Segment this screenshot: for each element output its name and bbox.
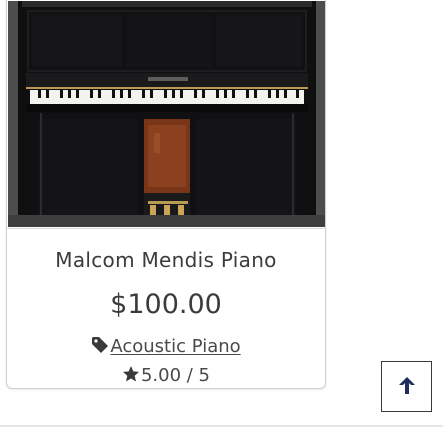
scroll-to-top-button[interactable] bbox=[381, 361, 432, 412]
product-price: $100.00 bbox=[110, 289, 222, 320]
product-title[interactable]: Malcom Mendis Piano bbox=[7, 248, 325, 272]
product-category: Acoustic Piano bbox=[7, 336, 325, 359]
arrow-up-icon bbox=[396, 374, 418, 400]
product-rating: 5.00 / 5 bbox=[7, 365, 325, 388]
card-divider bbox=[7, 228, 325, 229]
category-link[interactable]: Acoustic Piano bbox=[110, 336, 240, 357]
star-icon bbox=[122, 365, 140, 388]
tag-icon bbox=[91, 336, 109, 359]
rating-value: 5.00 / 5 bbox=[140, 365, 211, 386]
piano-photo bbox=[8, 1, 325, 227]
product-image[interactable] bbox=[8, 1, 325, 227]
product-card[interactable]: Malcom Mendis Piano $100.00 Acoustic Pia… bbox=[6, 0, 326, 389]
